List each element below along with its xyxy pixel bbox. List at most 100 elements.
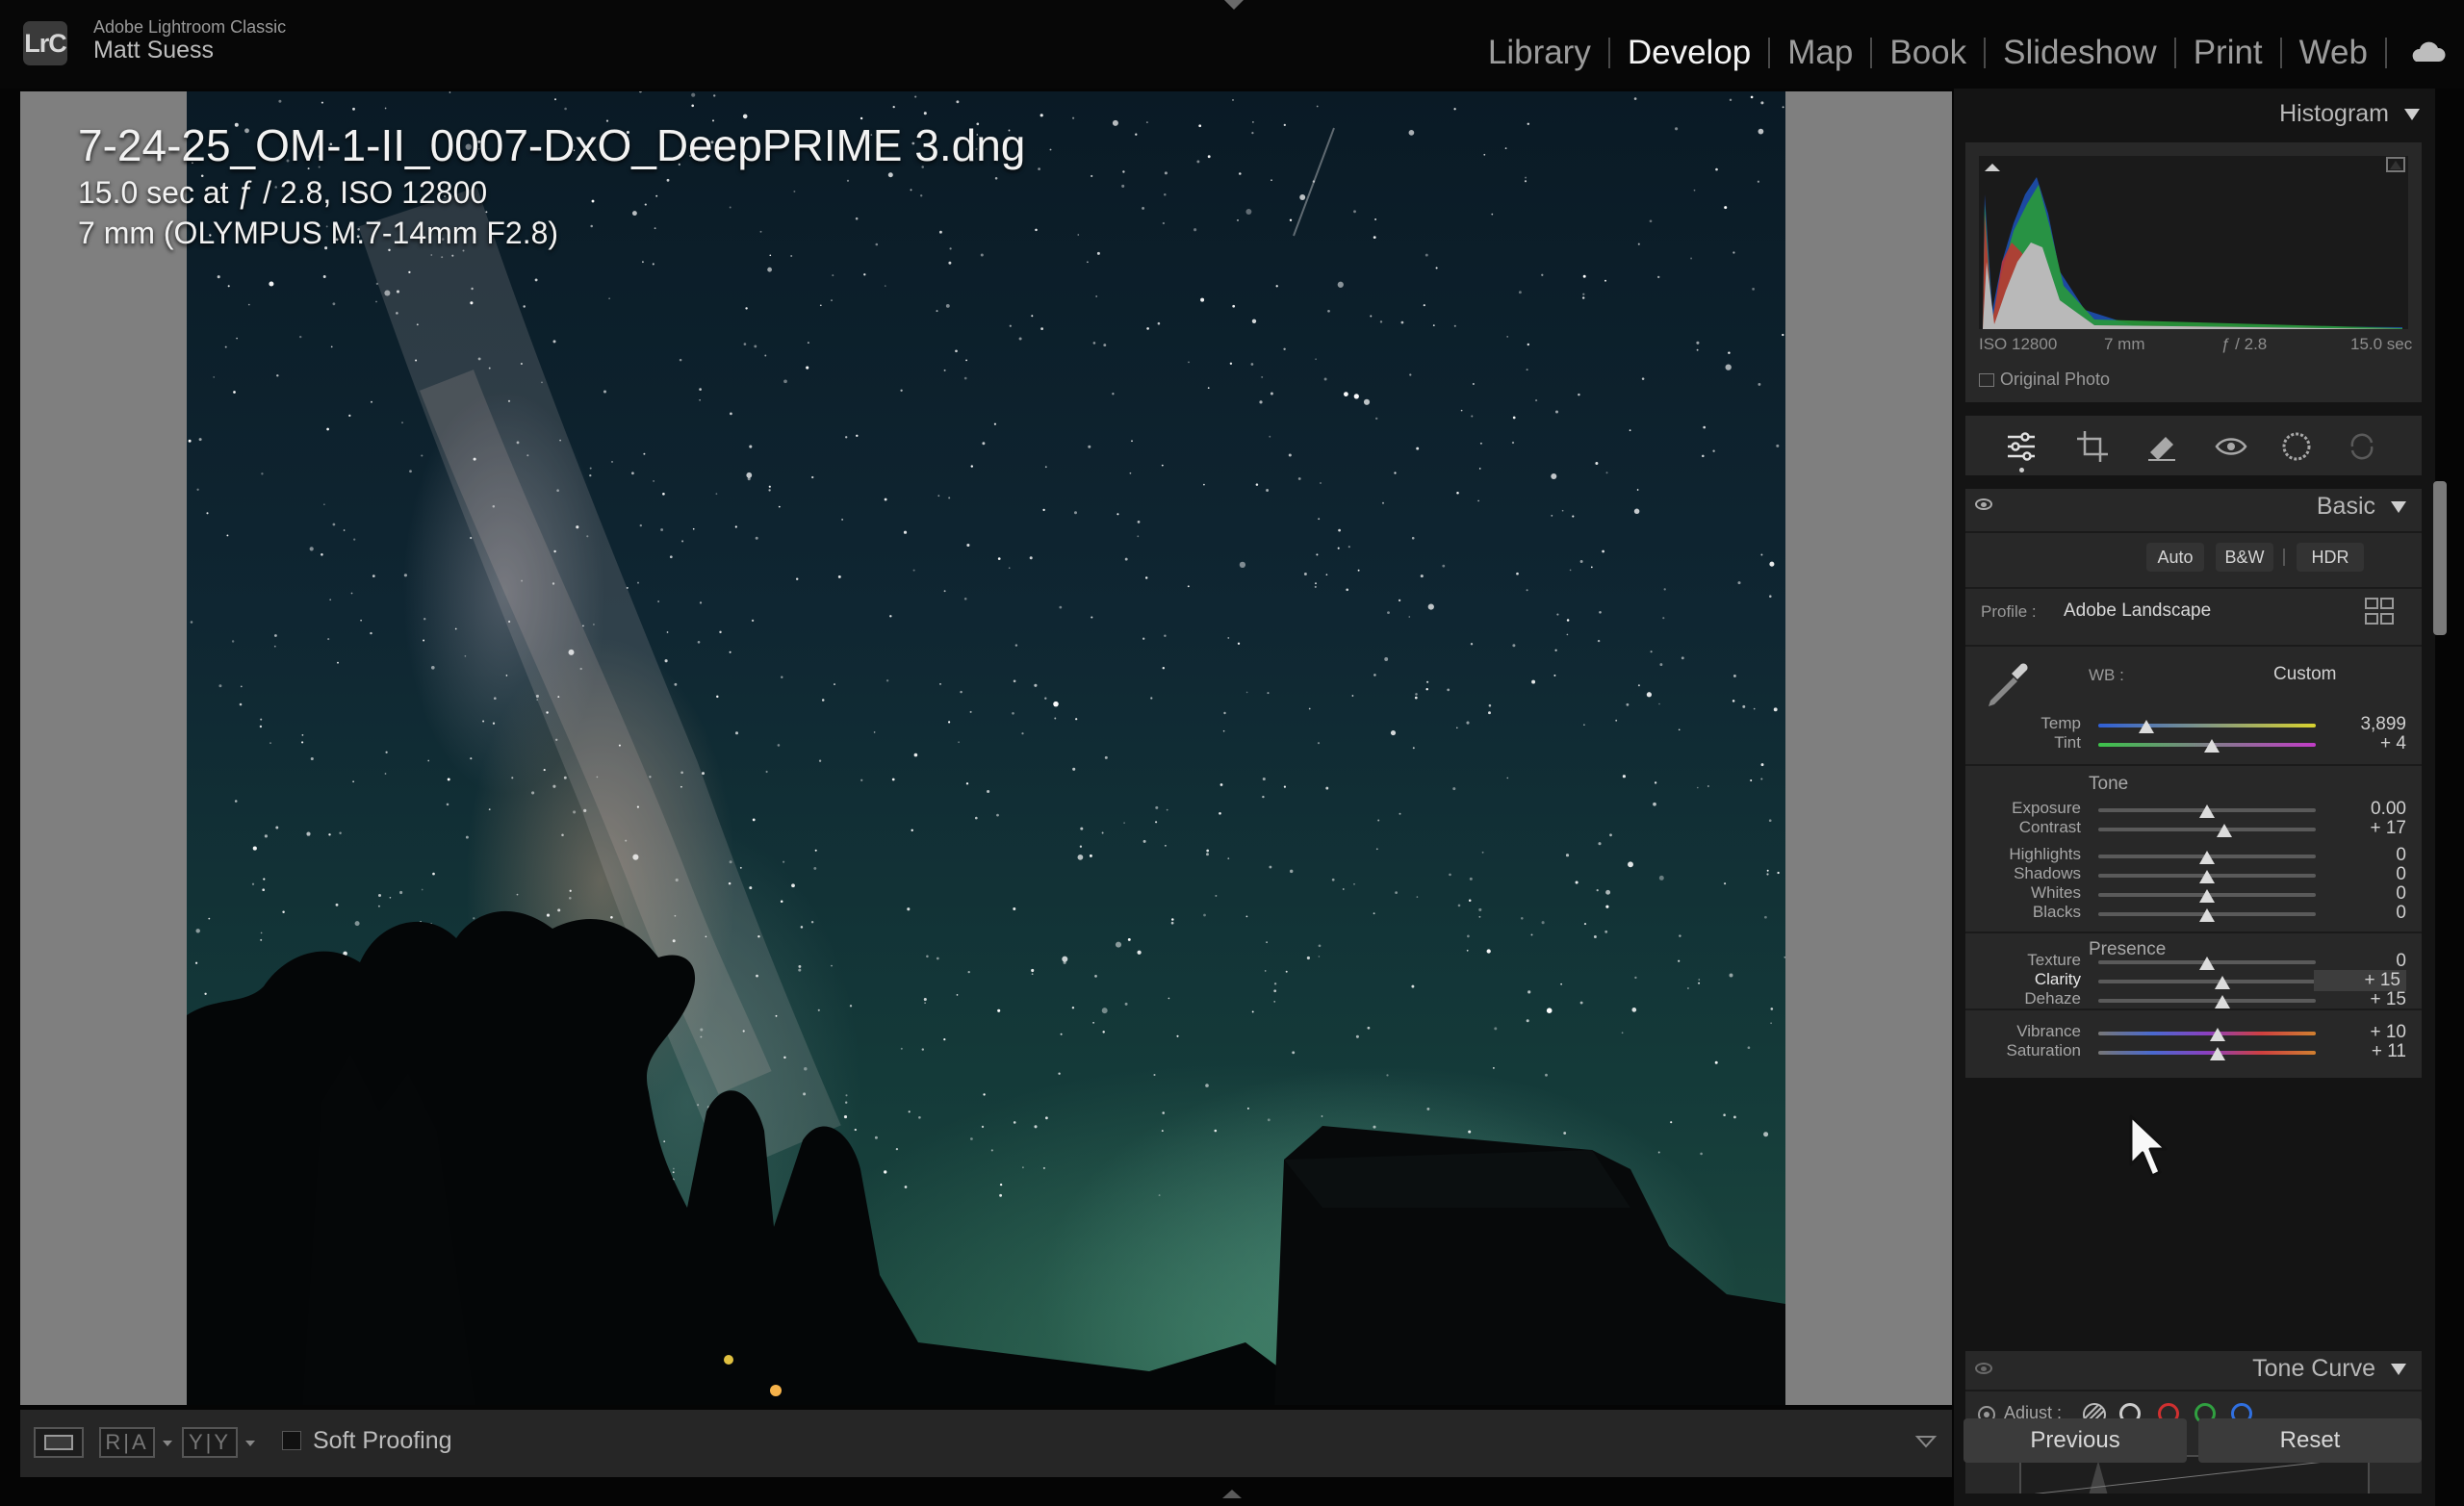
toolbar-content-dropdown-icon[interactable] [1913,1429,1938,1454]
photo-viewer[interactable]: 7-24-25_OM-1-II_0007-DxO_DeepPRIME 3.dng… [20,91,1952,1405]
bw-button[interactable]: B&W [2216,543,2273,572]
wb-label: WB : [2089,666,2124,684]
profile-dropdown[interactable]: Adobe Landscape [2064,600,2211,622]
tint-value[interactable]: + 4 [2380,733,2406,754]
module-divider [2385,38,2387,68]
highlights-value[interactable]: 0 [2396,845,2406,866]
exposure-slider-thumb[interactable] [2199,804,2215,818]
temp-slider-track[interactable] [2098,724,2316,727]
chevron-down-icon[interactable] [245,1441,255,1446]
tint-slider-thumb[interactable] [2203,739,2220,753]
hdr-button[interactable]: HDR [2297,543,2364,572]
saturation-slider-thumb[interactable] [2210,1047,2226,1060]
module-develop[interactable]: Develop [1610,31,1768,75]
before-after-button[interactable]: R|A [99,1427,155,1458]
crop-icon[interactable] [2075,429,2110,464]
mouse-cursor-icon [2129,1114,2168,1178]
dehaze-slider-track[interactable] [2098,999,2316,1003]
blacks-value[interactable]: 0 [2396,903,2406,924]
vibrance-slider-thumb[interactable] [2210,1028,2226,1041]
module-library[interactable]: Library [1471,31,1608,75]
healing-eraser-icon[interactable] [2144,429,2179,464]
profile-label: Profile : [1981,602,2037,621]
previous-button[interactable]: Previous [1964,1418,2187,1463]
temp-slider-thumb[interactable] [2138,720,2154,733]
temp-value[interactable]: 3,899 [2360,714,2406,735]
texture-slider-thumb[interactable] [2199,957,2215,970]
dehaze-value[interactable]: + 15 [2370,989,2406,1010]
histogram-title: Histogram [2279,100,2389,127]
whites-value[interactable]: 0 [2396,883,2406,905]
blacks-slider-thumb[interactable] [2199,908,2215,922]
photo-filename: 7-24-25_OM-1-II_0007-DxO_DeepPRIME 3.dng [78,120,1026,170]
dehaze-slider-thumb[interactable] [2214,995,2230,1008]
tint-label: Tint [2054,733,2081,752]
vibrance-value[interactable]: + 10 [2370,1022,2406,1043]
module-map[interactable]: Map [1770,31,1870,75]
eye-icon[interactable] [1975,1363,1992,1374]
edit-sliders-icon[interactable] [2004,429,2039,464]
user-name: Matt Suess [93,37,215,64]
reset-rotate-icon[interactable] [2345,429,2379,464]
texture-value[interactable]: 0 [2396,951,2406,972]
blacks-label: Blacks [2032,903,2081,921]
divider [1965,531,2422,533]
saturation-slider-track[interactable] [2098,1051,2316,1055]
bottom-toolbar: R|A Y|Y Soft Proofing [20,1410,1952,1477]
clarity-label: Clarity [2034,970,2081,988]
histogram-header[interactable]: Histogram [2279,100,2420,128]
whites-label: Whites [2031,883,2081,902]
eye-icon[interactable] [1975,498,1992,510]
red-eye-icon[interactable] [2214,429,2248,464]
auto-button[interactable]: Auto [2146,543,2204,572]
clarity-slider-track[interactable] [2098,980,2316,983]
shadows-value[interactable]: 0 [2396,864,2406,885]
histogram-iso: ISO 12800 [1979,335,2058,353]
tone-curve-title: Tone Curve [2252,1355,2375,1382]
vibrance-label: Vibrance [2016,1022,2081,1040]
divider [1965,1390,2422,1391]
reset-button[interactable]: Reset [2198,1418,2422,1463]
shadows-slider-thumb[interactable] [2199,870,2215,883]
contrast-value[interactable]: + 17 [2370,818,2406,839]
histogram-graph[interactable] [1979,156,2408,329]
module-slideshow[interactable]: Slideshow [1986,31,2174,75]
top-panel-toggle-arrow[interactable] [1224,0,1244,10]
saturation-value[interactable]: + 11 [2372,1041,2406,1062]
lightroom-logo: LrC [23,21,67,65]
divider [1965,587,2422,589]
highlights-slider-thumb[interactable] [2199,851,2215,864]
masking-icon[interactable] [2279,429,2314,464]
clarity-value[interactable]: + 15 [2314,970,2406,991]
basic-header[interactable]: Basic [2317,493,2406,521]
module-picker: Library Develop Map Book Slideshow Print… [1471,31,2387,75]
chevron-down-icon[interactable] [163,1441,172,1446]
soft-proofing-checkbox[interactable] [282,1431,301,1450]
tone-curve-header[interactable]: Tone Curve [2252,1355,2406,1383]
histogram-focal-length: 7 mm [2104,335,2145,353]
module-book[interactable]: Book [1872,31,1984,75]
whites-slider-thumb[interactable] [2199,889,2215,903]
bottom-panel-toggle-arrow[interactable] [1222,1490,1242,1498]
before-after-swap-button[interactable]: Y|Y [182,1427,238,1458]
module-print[interactable]: Print [2176,31,2280,75]
divider [1965,764,2422,766]
right-panel-scrollbar[interactable] [2433,481,2447,635]
contrast-slider-track[interactable] [2098,828,2316,831]
milky-way-photo [187,91,1785,1405]
profile-browser-grid-icon[interactable] [2364,597,2395,627]
wb-preset-dropdown[interactable]: Custom [2273,664,2336,685]
wb-eyedropper-icon[interactable] [1981,656,2035,710]
dehaze-label: Dehaze [2024,989,2081,1008]
loupe-view-button[interactable] [34,1427,84,1458]
contrast-slider-thumb[interactable] [2217,824,2233,837]
temp-label: Temp [2040,714,2081,732]
cloud-sync-icon[interactable] [2408,40,2447,64]
original-photo-checkbox[interactable] [1979,373,1994,387]
exposure-value[interactable]: 0.00 [2371,799,2406,820]
module-web[interactable]: Web [2282,31,2385,75]
clarity-slider-thumb[interactable] [2214,976,2230,989]
develop-tool-strip [1965,416,2422,475]
vibrance-slider-track[interactable] [2098,1032,2316,1035]
soft-proofing-label: Soft Proofing [313,1427,452,1454]
